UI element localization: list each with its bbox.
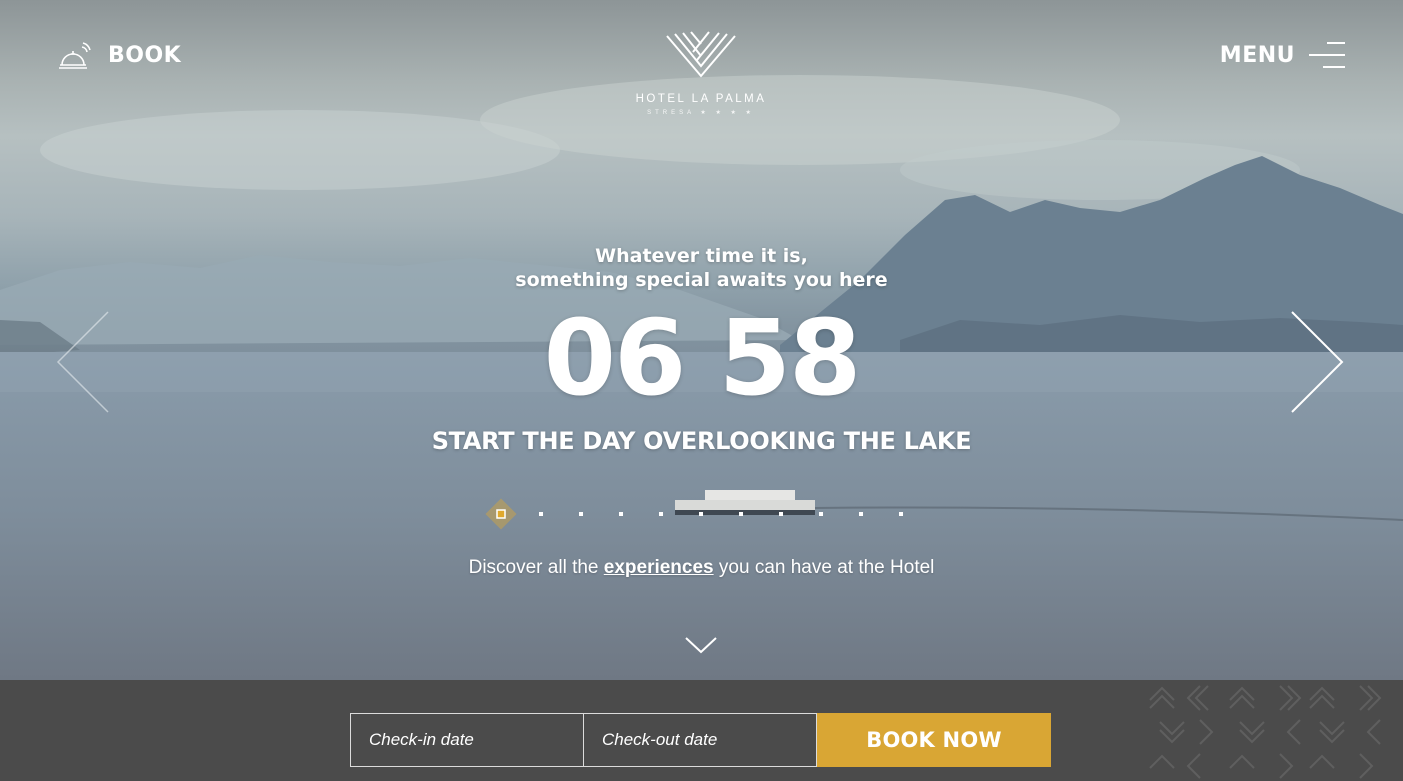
arrow-pattern-decoration <box>1149 685 1382 779</box>
slide-dot[interactable] <box>739 512 743 516</box>
hotel-name: HOTEL LA PALMA <box>635 93 767 105</box>
hotel-location: STRESA ★ ★ ★ ★ <box>647 110 755 116</box>
hero-tagline: Whatever time it is, something special a… <box>0 244 1403 292</box>
slide-dot[interactable] <box>659 512 663 516</box>
menu-label: MENU <box>1219 42 1295 68</box>
slide-headline: START THE DAY OVERLOOKING THE LAKE <box>431 427 972 455</box>
discover-text-after: you can have at the Hotel <box>713 557 935 578</box>
slide-dot[interactable] <box>619 512 623 516</box>
tagline-line-2: something special awaits you here <box>515 269 888 291</box>
slide-dot[interactable] <box>779 512 783 516</box>
hotel-logo[interactable]: HOTEL LA PALMA STRESA ★ ★ ★ ★ <box>628 30 774 116</box>
tagline-line-1: Whatever time it is, <box>595 245 808 267</box>
slide-dot[interactable] <box>699 512 703 516</box>
checkin-date-field[interactable]: Check-in date <box>350 713 584 767</box>
hamburger-icon <box>1309 42 1345 68</box>
book-now-button[interactable]: BOOK NOW <box>817 713 1051 767</box>
checkout-date-field[interactable]: Check-out date <box>583 713 817 767</box>
booking-bar: Check-in date Check-out date BOOK NOW <box>0 680 1403 781</box>
bell-icon <box>59 42 91 69</box>
book-label: BOOK <box>108 42 182 68</box>
slide-dot[interactable] <box>859 512 863 516</box>
discover-text: Discover all the experiences you can hav… <box>0 556 1403 580</box>
discover-text-before: Discover all the <box>468 557 604 578</box>
menu-button[interactable]: MENU <box>1220 40 1345 70</box>
slide-dot[interactable] <box>579 512 583 516</box>
slide-pagination <box>481 494 921 534</box>
slide-dot[interactable] <box>899 512 903 516</box>
hero-slideshow: BOOK HOTEL LA PALMA STRESA ★ ★ ★ ★ MENU … <box>0 0 1403 680</box>
chevron-down-icon[interactable] <box>684 634 718 656</box>
book-link[interactable]: BOOK <box>56 40 181 70</box>
slide-dot[interactable] <box>819 512 823 516</box>
palm-logo-icon <box>666 31 736 78</box>
slide-dot-active[interactable] <box>483 496 519 532</box>
time-display: 06 58 <box>543 297 862 419</box>
slide-dot[interactable] <box>539 512 543 516</box>
experiences-link[interactable]: experiences <box>604 557 714 578</box>
